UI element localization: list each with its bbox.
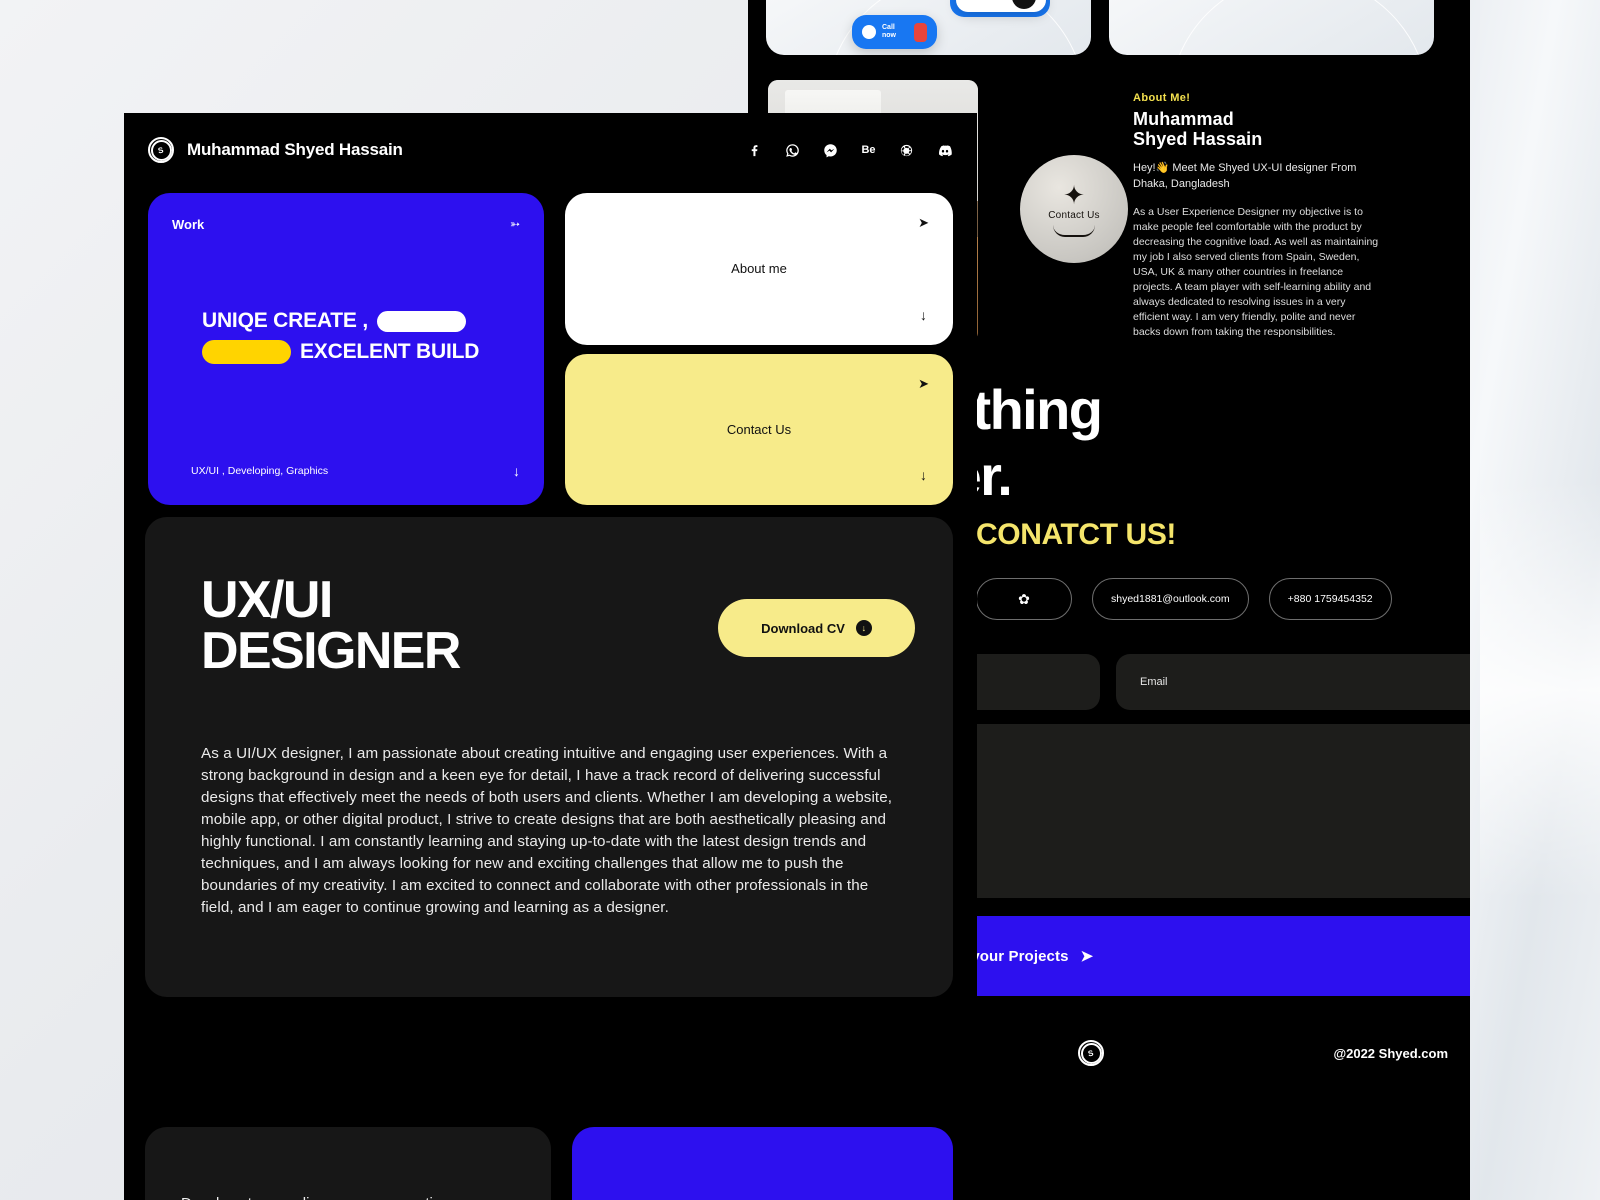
about-name-line2: Shyed Hassain bbox=[1133, 129, 1263, 150]
preview-card-dark[interactable]: Settings + bbox=[1109, 0, 1434, 55]
decorative-arc bbox=[1169, 0, 1429, 55]
social-links: Be bbox=[746, 142, 953, 159]
contact-kicker: CONATCT US! bbox=[976, 518, 1177, 551]
slogan-text-2: EXCELENT BUILD bbox=[300, 340, 480, 363]
behance-icon[interactable]: Be bbox=[860, 142, 877, 159]
send-plane-icon: ➤ bbox=[1080, 948, 1094, 965]
preview-cards-row: Hi designer Callnow Settings bbox=[766, 0, 1434, 55]
contact-footer: S @2022 Shyed.com bbox=[1078, 1040, 1448, 1066]
monogram-logo-icon: S bbox=[148, 137, 174, 163]
hero-mini-cards: ➤ About me ↓ ➤ Contact Us ↓ bbox=[565, 193, 953, 505]
down-arrow-icon[interactable]: ↓ bbox=[513, 463, 520, 479]
about-name-line1: Muhammad bbox=[1133, 109, 1234, 129]
preview-chip-dot bbox=[1012, 0, 1036, 9]
messenger-icon[interactable] bbox=[822, 142, 839, 159]
phone-pill[interactable]: +880 1759454352 bbox=[1268, 578, 1392, 620]
copyright-text: @2022 Shyed.com bbox=[1333, 1045, 1448, 1061]
experts-card[interactable]: experts in UX/UI DESIGN bbox=[572, 1127, 953, 1200]
work-card-label: Work bbox=[172, 217, 205, 232]
services-blurb-text: Develop strong online presence creating … bbox=[181, 1193, 515, 1200]
preview-chip-white: Hi designer bbox=[956, 0, 1046, 12]
site-header: S Muhammad Shyed Hassain Be bbox=[148, 130, 953, 170]
slogan-pill-white bbox=[377, 310, 466, 332]
services-blurb-card: Develop strong online presence creating … bbox=[145, 1127, 551, 1200]
about-me-card[interactable]: ➤ About me ↓ bbox=[565, 193, 953, 345]
slogan-line-1: UNIQE CREATE , bbox=[202, 309, 522, 333]
discord-icon[interactable] bbox=[936, 142, 953, 159]
brand-name: Muhammad Shyed Hassain bbox=[187, 140, 403, 159]
designer-heading-line2: DESIGNER bbox=[201, 621, 461, 680]
down-arrow-icon[interactable]: ↓ bbox=[920, 307, 927, 323]
paper-plane-icon: ➤ bbox=[918, 215, 929, 230]
designer-heading-line1: UX/UI bbox=[201, 571, 333, 629]
work-slogan: UNIQE CREATE , EXCELENT BUILD bbox=[202, 309, 522, 364]
phone-text: +880 1759454352 bbox=[1287, 593, 1373, 605]
work-card-footer: UX/UI , Developing, Graphics ↓ bbox=[191, 463, 520, 479]
dribbble-pill[interactable]: ✿ bbox=[976, 578, 1072, 620]
slogan-text-1: UNIQE CREATE , bbox=[202, 309, 368, 332]
download-circle-icon: ↓ bbox=[855, 620, 872, 636]
preview-chip-blue: Call now bbox=[852, 15, 937, 49]
cursor-icon: ➳ bbox=[509, 217, 520, 231]
contact-us-card-title: Contact Us bbox=[726, 421, 792, 437]
email-placeholder: Email bbox=[1140, 676, 1168, 688]
whatsapp-icon[interactable] bbox=[784, 142, 801, 159]
contact-us-card[interactable]: ➤ Contact Us ↓ bbox=[565, 353, 953, 505]
preview-frame-blue: Hi designer bbox=[950, 0, 1050, 17]
down-arrow-icon[interactable]: ↓ bbox=[920, 467, 927, 483]
designer-section: UX/UI DESIGNER Download CV ↓ As a UI/UX … bbox=[145, 517, 953, 997]
preview-chip-text: Call now bbox=[882, 23, 896, 39]
about-me-section: About Me! Muhammad Shyed Hassain Hey!👋 M… bbox=[1133, 92, 1383, 340]
hero-cards-row: Work ➳ UNIQE CREATE , EXCELENT BUILD UX/… bbox=[148, 193, 953, 505]
preview-chip-icon bbox=[862, 25, 876, 39]
about-intro: Hey!👋 Meet Me Shyed UX-UI designer From … bbox=[1133, 162, 1357, 191]
contact-us-badge[interactable]: ✦ Contact Us bbox=[1020, 155, 1128, 263]
download-cv-label: Download CV bbox=[761, 620, 845, 636]
designer-description: As a UI/UX designer, I am passionate abo… bbox=[201, 744, 893, 917]
download-cv-button[interactable]: Download CV ↓ bbox=[718, 599, 915, 657]
email-input[interactable]: Email bbox=[1116, 654, 1470, 710]
badge-label: Contact Us bbox=[1048, 209, 1100, 221]
preview-card-blue[interactable]: Hi designer Callnow bbox=[766, 0, 1091, 55]
slogan-pill-yellow bbox=[202, 340, 291, 364]
contact-pills: ✿ shyed1881@outlook.com +880 1759454352 bbox=[976, 578, 1392, 620]
preview-chip-label: Hi designer bbox=[966, 0, 1004, 1]
slogan-line-2: EXCELENT BUILD bbox=[202, 340, 522, 364]
brand[interactable]: S Muhammad Shyed Hassain bbox=[148, 137, 403, 163]
facebook-icon[interactable] bbox=[746, 142, 763, 159]
portfolio-board: S Muhammad Shyed Hassain Be Work ➳ UNIQE… bbox=[124, 113, 977, 1200]
preview-chip-accent bbox=[914, 22, 927, 42]
backdrop-sheen-secondary bbox=[1480, 480, 1600, 900]
about-name: Muhammad Shyed Hassain bbox=[1133, 109, 1383, 149]
about-me-card-title: About me bbox=[731, 261, 787, 277]
dribbble-icon[interactable] bbox=[898, 142, 915, 159]
email-text: shyed1881@outlook.com bbox=[1111, 593, 1230, 605]
work-card-tags: UX/UI , Developing, Graphics bbox=[191, 465, 329, 477]
dribbble-icon: ✿ bbox=[1018, 590, 1030, 607]
email-pill[interactable]: shyed1881@outlook.com bbox=[1092, 578, 1249, 620]
sparkle-star-icon: ✦ bbox=[1063, 179, 1085, 210]
paper-plane-icon: ➤ bbox=[918, 375, 929, 391]
footer-logo-icon: S bbox=[1078, 1040, 1104, 1066]
about-body: As a User Experience Designer my objecti… bbox=[1133, 206, 1379, 339]
bottom-cards-row: Develop strong online presence creating … bbox=[145, 1127, 953, 1200]
work-card[interactable]: Work ➳ UNIQE CREATE , EXCELENT BUILD UX/… bbox=[148, 193, 544, 505]
smile-icon bbox=[1053, 225, 1095, 237]
about-kicker: About Me! bbox=[1133, 92, 1191, 104]
